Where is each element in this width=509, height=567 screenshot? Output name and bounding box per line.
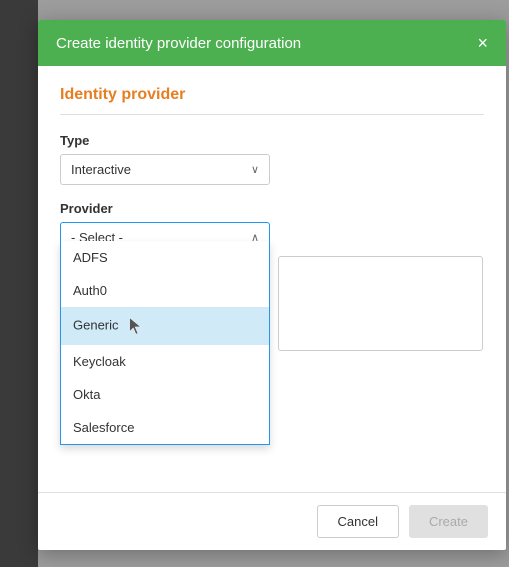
modal-header: Create identity provider configuration × [38,20,506,66]
provider-label: Provider [60,201,484,216]
type-select[interactable]: Interactive ∨ [60,154,270,185]
close-button[interactable]: × [477,34,488,52]
backdrop: Create identity provider configuration ×… [0,0,509,567]
option-salesforce[interactable]: Salesforce [61,411,269,444]
notes-textarea[interactable] [278,256,483,351]
sidebar [0,0,38,567]
type-form-group: Type Interactive ∨ [60,133,484,185]
option-auth0[interactable]: Auth0 [61,274,269,307]
cursor-icon [126,316,146,336]
modal-title: Create identity provider configuration [56,35,301,52]
option-generic[interactable]: Generic [61,307,269,345]
type-chevron-icon: ∨ [251,163,259,176]
modal-footer: Cancel Create [38,492,506,550]
create-button[interactable]: Create [409,505,488,538]
modal-dialog: Create identity provider configuration ×… [38,20,506,550]
modal-body: Identity provider Type Interactive ∨ Pro… [38,66,506,492]
cancel-button[interactable]: Cancel [317,505,399,538]
option-adfs[interactable]: ADFS [61,241,269,274]
type-value: Interactive [71,162,131,177]
type-label: Type [60,133,484,148]
option-okta[interactable]: Okta [61,378,269,411]
option-keycloak[interactable]: Keycloak [61,345,269,378]
section-title: Identity provider [60,86,484,115]
provider-dropdown: ADFS Auth0 Generic Keycloak Okta Salesfo… [60,241,270,445]
